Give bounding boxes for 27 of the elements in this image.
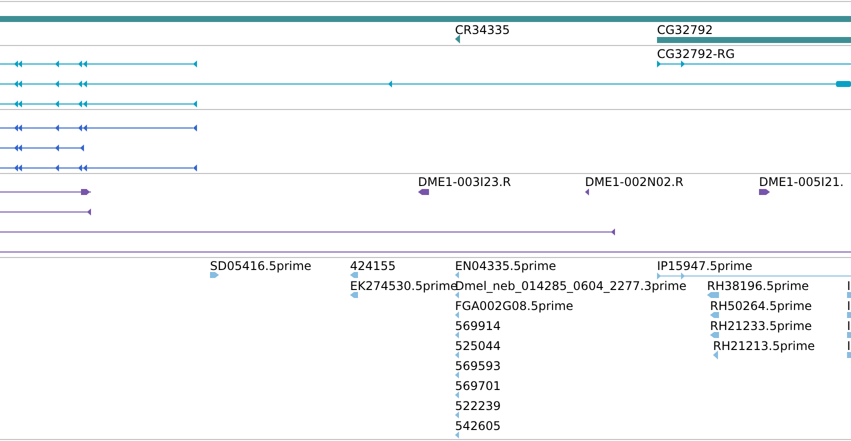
feature-label: EK274530.5prime — [350, 279, 458, 293]
feature-label: EN04335.5prime — [455, 259, 556, 273]
feature-label: RH38196.5prime — [707, 279, 809, 293]
feature-label: IP15947.5prime — [657, 259, 752, 273]
feature-label: Dmel_neb_014285_0604_2277.3prime — [455, 279, 687, 293]
feature-label: I — [847, 279, 851, 293]
feature-label: I — [847, 339, 851, 353]
feature-label: 424155 — [350, 259, 396, 273]
feature-label: DME1-002N02.R — [585, 175, 684, 189]
feature-label: 542605 — [455, 419, 501, 433]
feature-label: RH21213.5prime — [713, 339, 815, 353]
feature-label: CG32792 — [657, 23, 713, 37]
feature-label: I — [847, 319, 851, 333]
feature-label: RH50264.5prime — [710, 299, 812, 313]
feature-label: 569593 — [455, 359, 501, 373]
feature-label: CG32792-RG — [657, 47, 735, 61]
feature-label: I — [847, 299, 851, 313]
feature-label: 569701 — [455, 379, 501, 393]
feature-label: SD05416.5prime — [210, 259, 312, 273]
feature-label: 569914 — [455, 319, 501, 333]
feature-label: RH21233.5prime — [710, 319, 812, 333]
feature-label: DME1-003I23.R — [418, 175, 512, 189]
feature-label: DME1-005I21. — [759, 175, 844, 189]
feature-label: 525044 — [455, 339, 501, 353]
feature-label: FGA002G08.5prime — [455, 299, 574, 313]
feature-label: CR34335 — [455, 23, 510, 37]
feature-label: 522239 — [455, 399, 501, 413]
